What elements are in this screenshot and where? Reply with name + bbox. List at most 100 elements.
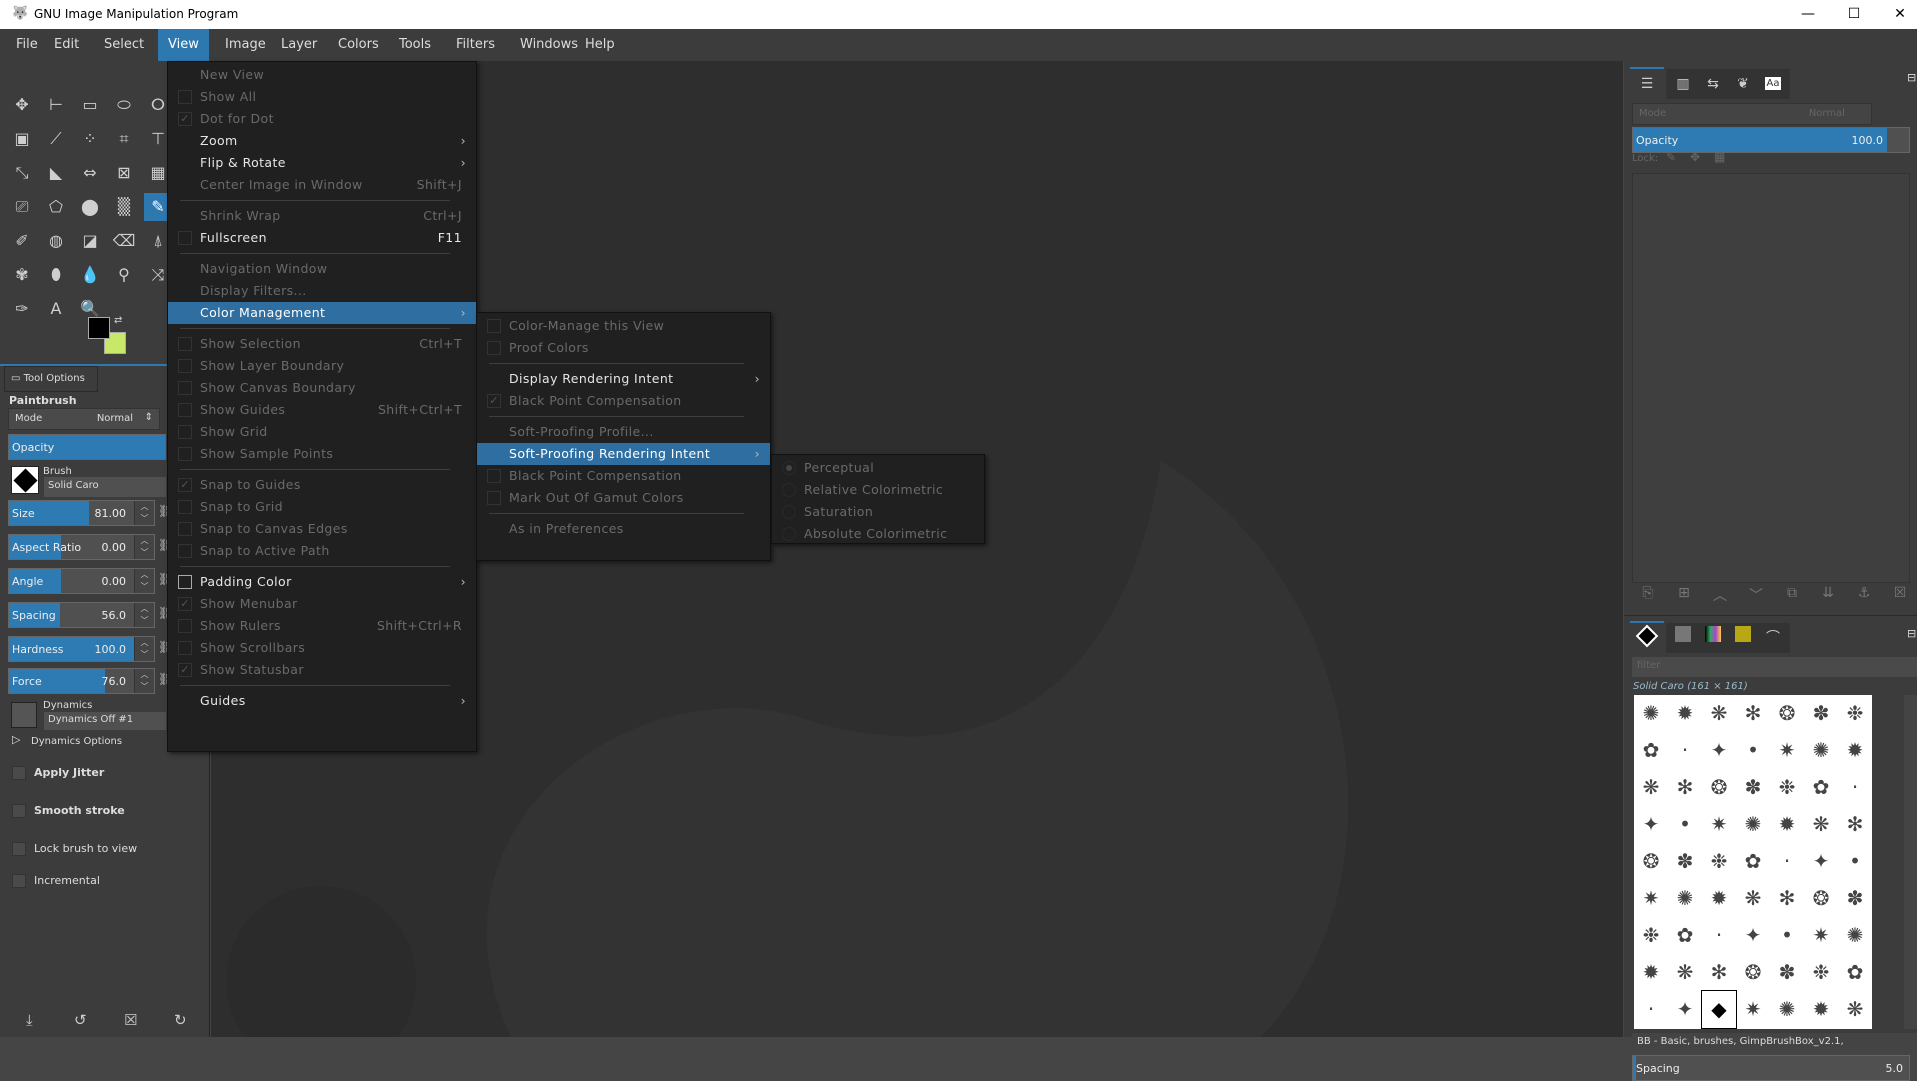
tool-icon-5-1[interactable]: ⬮: [42, 261, 70, 289]
tool-icon-4-1[interactable]: ◍: [42, 227, 70, 255]
force-slider[interactable]: Force 76.0 ︿ ﹀: [8, 668, 155, 694]
tool-icon-1-3[interactable]: ⌗: [110, 125, 138, 153]
tab-undo-history[interactable]: ⇆: [1696, 69, 1730, 99]
tool-icon-4-0[interactable]: ✐: [8, 227, 36, 255]
menu-item-show-sample-points[interactable]: Show Sample Points: [168, 443, 476, 465]
tool-icon-1-1[interactable]: ⟋: [42, 125, 70, 153]
menu-select[interactable]: Select: [104, 29, 144, 61]
brush-thumbnail[interactable]: ✦: [1804, 843, 1838, 880]
swap-colors-icon[interactable]: ⇄: [114, 315, 122, 326]
menu-item-show-scrollbars[interactable]: Show Scrollbars: [168, 637, 476, 659]
menu-item-black-point-compensation[interactable]: ✓ Black Point Compensation: [477, 390, 770, 412]
menu-item-mark-out-of-gamut-colors[interactable]: Mark Out Of Gamut Colors: [477, 487, 770, 509]
tab-tool-options[interactable]: ▭ Tool Options: [4, 366, 98, 392]
aspect-ratio-slider[interactable]: Aspect Ratio 0.00 ︿ ﹀: [8, 534, 155, 560]
brush-grid-scrollbar[interactable]: [1904, 695, 1917, 1029]
menu-file[interactable]: File: [16, 29, 38, 61]
tool-icon-2-1[interactable]: ◣: [42, 159, 70, 187]
brush-thumbnail[interactable]: ✿: [1736, 843, 1770, 880]
tool-icon-3-0[interactable]: ⎚: [8, 193, 36, 221]
tool-icon-3-2[interactable]: ⬤: [76, 193, 104, 221]
brush-thumbnail[interactable]: ❉: [1804, 954, 1838, 991]
brush-thumbnail[interactable]: ✿: [1668, 917, 1702, 954]
layers-list[interactable]: [1632, 173, 1910, 583]
brush-thumbnail[interactable]: ✽: [1668, 843, 1702, 880]
tool-icon-6-0[interactable]: ✑: [8, 295, 36, 323]
brush-thumbnail[interactable]: ✦: [1634, 806, 1668, 843]
spin-arrows-icon[interactable]: ︿ ﹀: [134, 603, 154, 627]
brush-thumbnail[interactable]: ❋: [1634, 769, 1668, 806]
spin-arrows-icon[interactable]: ︿ ﹀: [134, 637, 154, 661]
delete-button[interactable]: ☒: [1888, 585, 1912, 607]
brush-thumbnail[interactable]: ✦: [1668, 991, 1702, 1028]
spin-arrows-icon[interactable]: ︿ ﹀: [134, 669, 154, 693]
brush-thumbnail[interactable]: ✿: [1804, 769, 1838, 806]
menu-help[interactable]: Help: [585, 29, 615, 61]
brush-filter-input[interactable]: filter: [1632, 657, 1917, 677]
brush-thumbnail[interactable]: ✷: [1634, 880, 1668, 917]
menu-item-new-view[interactable]: New View: [168, 64, 476, 86]
brush-thumbnail[interactable]: ✹: [1770, 806, 1804, 843]
menu-item-display-filters[interactable]: Display Filters...: [168, 280, 476, 302]
brush-thumbnail[interactable]: ✺: [1804, 732, 1838, 769]
brush-thumbnail[interactable]: ❂: [1770, 695, 1804, 732]
menu-filters[interactable]: Filters: [456, 29, 495, 61]
menu-item-soft-proofing-rendering-intent[interactable]: Soft-Proofing Rendering Intent ›: [477, 443, 770, 465]
brush-thumbnail[interactable]: •: [1668, 806, 1702, 843]
spin-arrows-icon[interactable]: ︿ ﹀: [134, 501, 154, 525]
foreground-color-swatch-top[interactable]: [88, 317, 110, 339]
tool-icon-1-2[interactable]: ⁘: [76, 125, 104, 153]
brush-thumbnail[interactable]: ◆: [1701, 990, 1737, 1029]
brush-thumbnail[interactable]: ·: [1770, 843, 1804, 880]
new-layer-button[interactable]: ⎘: [1636, 585, 1660, 607]
lower-button[interactable]: ﹀: [1744, 585, 1768, 607]
brush-thumbnail[interactable]: ✷: [1770, 732, 1804, 769]
brush-thumbnail[interactable]: ✺: [1838, 917, 1872, 954]
tab-dynamics[interactable]: ⌒: [1756, 623, 1790, 653]
brush-name-field[interactable]: Solid Caro: [44, 477, 166, 497]
brush-thumbnail[interactable]: ✷: [1702, 806, 1736, 843]
tab-gradients[interactable]: [1696, 623, 1730, 653]
mode-select[interactable]: Mode Normal ⇕: [8, 408, 160, 430]
menu-item-as-in-preferences[interactable]: As in Preferences: [477, 518, 770, 540]
menu-item-soft-proofing-profile[interactable]: Soft-Proofing Profile...: [477, 421, 770, 443]
menu-item-show-selection[interactable]: Show Selection Ctrl+T: [168, 333, 476, 355]
opacity-slider[interactable]: Opacity: [8, 434, 166, 460]
hardness-slider[interactable]: Hardness 100.0 ︿ ﹀: [8, 636, 155, 662]
brush-grid[interactable]: ✺ ✹ ❋ ✻ ❂ ✽ ❉ ✿ · ✦ • ✷ ✺ ✹ ❋ ✻ ❂ ✽ ❉ ✿ · ✦ • ✷ ✺ ✹ ❋ ✻ ❂ ✽ ❉ ✿ · ✦ • ✷ ✺ ✹ ❋ ✻…: [1634, 695, 1872, 1029]
menu-windows[interactable]: Windows: [520, 29, 578, 61]
menu-item-shrink-wrap[interactable]: Shrink Wrap Ctrl+J: [168, 205, 476, 227]
menu-item-proof-colors[interactable]: Proof Colors: [477, 337, 770, 359]
spin-arrows-icon[interactable]: ︿ ﹀: [134, 569, 154, 593]
tool-icon-5-0[interactable]: ✾: [8, 261, 36, 289]
menu-item-snap-to-canvas-edges[interactable]: Snap to Canvas Edges: [168, 518, 476, 540]
brush-thumbnail[interactable]: ❂: [1702, 769, 1736, 806]
tool-icon-3-1[interactable]: ⬠: [42, 193, 70, 221]
brush-thumbnail[interactable]: ✺: [1736, 806, 1770, 843]
brush-thumbnail[interactable]: ✺: [1770, 991, 1804, 1028]
brush-thumbnail[interactable]: ❋: [1702, 695, 1736, 732]
menu-item-guides[interactable]: Guides ›: [168, 690, 476, 712]
radio-saturation[interactable]: Saturation: [772, 501, 984, 523]
tool-icon-4-3[interactable]: ⌫: [110, 227, 138, 255]
tab-paths[interactable]: ❦: [1726, 69, 1760, 99]
brush-thumbnail[interactable]: ✺: [1668, 880, 1702, 917]
menu-item-show-guides[interactable]: Show Guides Shift+Ctrl+T: [168, 399, 476, 421]
menu-item-color-management[interactable]: Color Management ›: [168, 302, 476, 324]
new-group-button[interactable]: ⊞: [1672, 585, 1696, 607]
tab-fonts[interactable]: Aa: [1756, 69, 1790, 99]
brush-thumbnail[interactable]: ✽: [1838, 880, 1872, 917]
delete-icon[interactable]: ☒: [124, 1011, 137, 1029]
brush-thumbnail[interactable]: ✺: [1634, 695, 1668, 732]
save-options-icon[interactable]: ⤓: [26, 1011, 33, 1029]
brush-thumbnail[interactable]: ✽: [1736, 769, 1770, 806]
brush-thumbnail[interactable]: ❉: [1702, 843, 1736, 880]
brush-thumbnail[interactable]: ❋: [1838, 991, 1872, 1028]
lock-pixels-icon[interactable]: ✎: [1666, 150, 1676, 164]
menu-item-fullscreen[interactable]: Fullscreen F11: [168, 227, 476, 249]
brush-thumbnail[interactable]: •: [1770, 917, 1804, 954]
dynamics-icon[interactable]: [11, 702, 37, 728]
brush-thumbnail[interactable]: •: [1736, 732, 1770, 769]
menu-item-show-menubar[interactable]: ✓ Show Menubar: [168, 593, 476, 615]
brush-spacing-slider[interactable]: Spacing 5.0: [1632, 1055, 1910, 1081]
